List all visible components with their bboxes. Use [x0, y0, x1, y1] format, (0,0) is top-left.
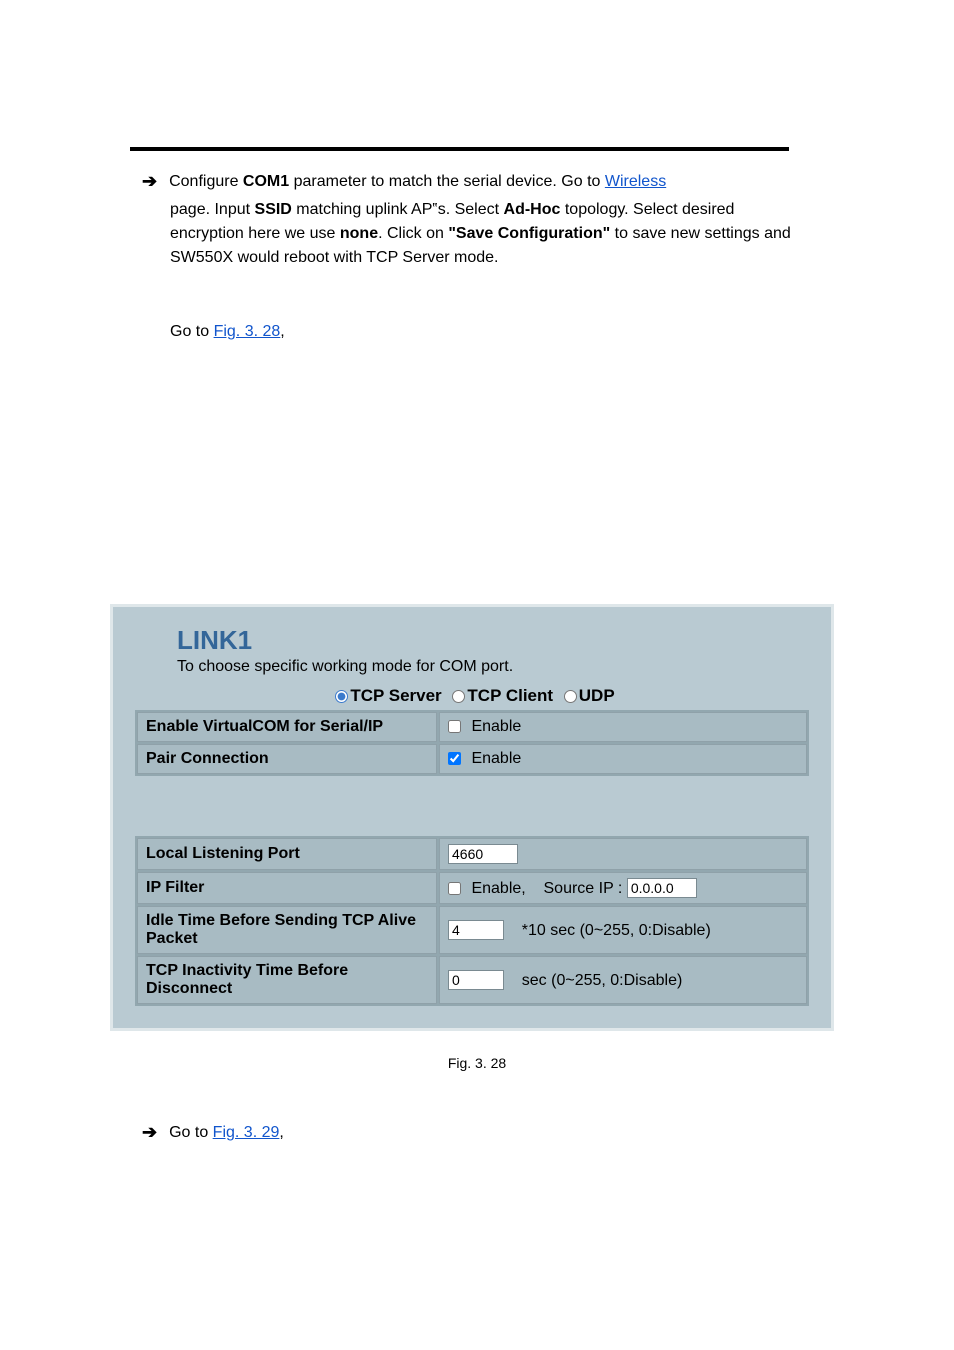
label-pair-connection: Pair Connection	[137, 744, 437, 774]
panel-spacer	[135, 776, 809, 836]
tcp-inactivity-suffix: sec (0~255, 0:Disable)	[522, 972, 683, 989]
radio-tcp-server-label: TCP Server	[350, 686, 441, 705]
input-local-port[interactable]	[448, 844, 518, 864]
radio-udp[interactable]: UDP	[558, 686, 615, 705]
radio-udp-label: UDP	[579, 686, 615, 705]
panel-subtitle: To choose specific working mode for COM …	[177, 658, 809, 676]
fig-ref-line: Go to Fig. 3. 28,	[170, 320, 864, 344]
arrow-right-icon: ➔	[142, 170, 157, 192]
row-tcp-inactivity: TCP Inactivity Time Before Disconnect se…	[137, 956, 807, 1004]
label-idle-alive: Idle Time Before Sending TCP Alive Packe…	[137, 906, 437, 954]
input-idle-alive[interactable]	[448, 920, 504, 940]
checkbox-enable-vcom[interactable]	[448, 720, 461, 733]
enable-label-2: Enable	[471, 750, 521, 767]
figref-lead: Go to	[170, 323, 214, 340]
bullet-continuation: page. Input SSID matching uplink AP‟s. S…	[170, 198, 804, 270]
input-source-ip[interactable]	[627, 878, 697, 898]
fig-3-28-link[interactable]: Fig. 3. 28	[214, 323, 281, 340]
fig-3-29-link[interactable]: Fig. 3. 29	[213, 1124, 280, 1141]
label-ip-filter: IP Filter	[137, 872, 437, 904]
input-tcp-inactivity[interactable]	[448, 970, 504, 990]
figref-tail: ,	[280, 323, 284, 340]
radio-tcp-client[interactable]: TCP Client	[446, 686, 553, 705]
section-divider	[130, 147, 789, 151]
cell-tcp-inactivity: sec (0~255, 0:Disable)	[439, 956, 807, 1004]
radio-tcp-server[interactable]: TCP Server	[329, 686, 441, 705]
bottom-tail: ,	[279, 1124, 283, 1141]
figure-caption: Fig. 3. 28	[90, 1055, 864, 1071]
text-com1-bold: COM1	[243, 173, 294, 190]
row-ip-filter: IP Filter Enable, Source IP :	[137, 872, 807, 904]
row-pair-connection: Pair Connection Enable	[137, 744, 807, 774]
bullet-configure-com1: ➔ Configure COM1 parameter to match the …	[142, 170, 864, 194]
arrow-right-icon-2: ➔	[142, 1121, 157, 1143]
checkbox-ip-filter[interactable]	[448, 882, 461, 895]
text-lead1: Configure	[169, 173, 243, 190]
label-enable-vcom: Enable VirtualCOM for Serial/IP	[137, 712, 437, 742]
none-bold: none	[340, 225, 378, 242]
config-table-1: Enable VirtualCOM for Serial/IP Enable P…	[135, 710, 809, 776]
text-b: matching uplink AP‟s. Select	[292, 201, 504, 218]
bullet-fig-3-29: ➔ Go to Fig. 3. 29,	[142, 1121, 864, 1145]
row-local-port: Local Listening Port	[137, 838, 807, 870]
enable-label-1: Enable	[471, 718, 521, 735]
radio-tcp-client-label: TCP Client	[467, 686, 553, 705]
cell-pair-connection: Enable	[439, 744, 807, 774]
cell-ip-filter: Enable, Source IP :	[439, 872, 807, 904]
adhoc-bold: Ad-Hoc	[504, 201, 561, 218]
source-ip-label: Source IP :	[544, 880, 623, 897]
row-enable-vcom: Enable VirtualCOM for Serial/IP Enable	[137, 712, 807, 742]
row-idle-alive: Idle Time Before Sending TCP Alive Packe…	[137, 906, 807, 954]
text-lead1-rest: parameter to match the serial device. Go…	[294, 173, 601, 190]
label-tcp-inactivity: TCP Inactivity Time Before Disconnect	[137, 956, 437, 1004]
cell-idle-alive: *10 sec (0~255, 0:Disable)	[439, 906, 807, 954]
ssid-bold: SSID	[255, 201, 292, 218]
text-a: page. Input	[170, 201, 255, 218]
checkbox-pair-connection[interactable]	[448, 752, 461, 765]
idle-alive-suffix: *10 sec (0~255, 0:Disable)	[522, 922, 711, 939]
bullet-text: Configure COM1 parameter to match the se…	[169, 170, 666, 194]
page-body: ➔ Configure COM1 parameter to match the …	[0, 0, 954, 1185]
save-config-bold: "Save Configuration"	[448, 225, 610, 242]
link1-config-panel: LINK1 To choose specific working mode fo…	[110, 604, 834, 1031]
enable-comma-label: Enable,	[471, 880, 525, 897]
panel-title: LINK1	[177, 625, 809, 656]
label-local-port: Local Listening Port	[137, 838, 437, 870]
bottom-lead: Go to	[169, 1124, 213, 1141]
cell-local-port	[439, 838, 807, 870]
wireless-link[interactable]: Wireless	[605, 173, 666, 190]
config-table-2: Local Listening Port IP Filter Enable, S…	[135, 836, 809, 1006]
text-d: . Click on	[378, 225, 448, 242]
mode-radio-row: TCP Server TCP Client UDP	[135, 686, 809, 706]
cell-enable-vcom: Enable	[439, 712, 807, 742]
bullet-fig-3-29-text: Go to Fig. 3. 29,	[169, 1121, 284, 1145]
